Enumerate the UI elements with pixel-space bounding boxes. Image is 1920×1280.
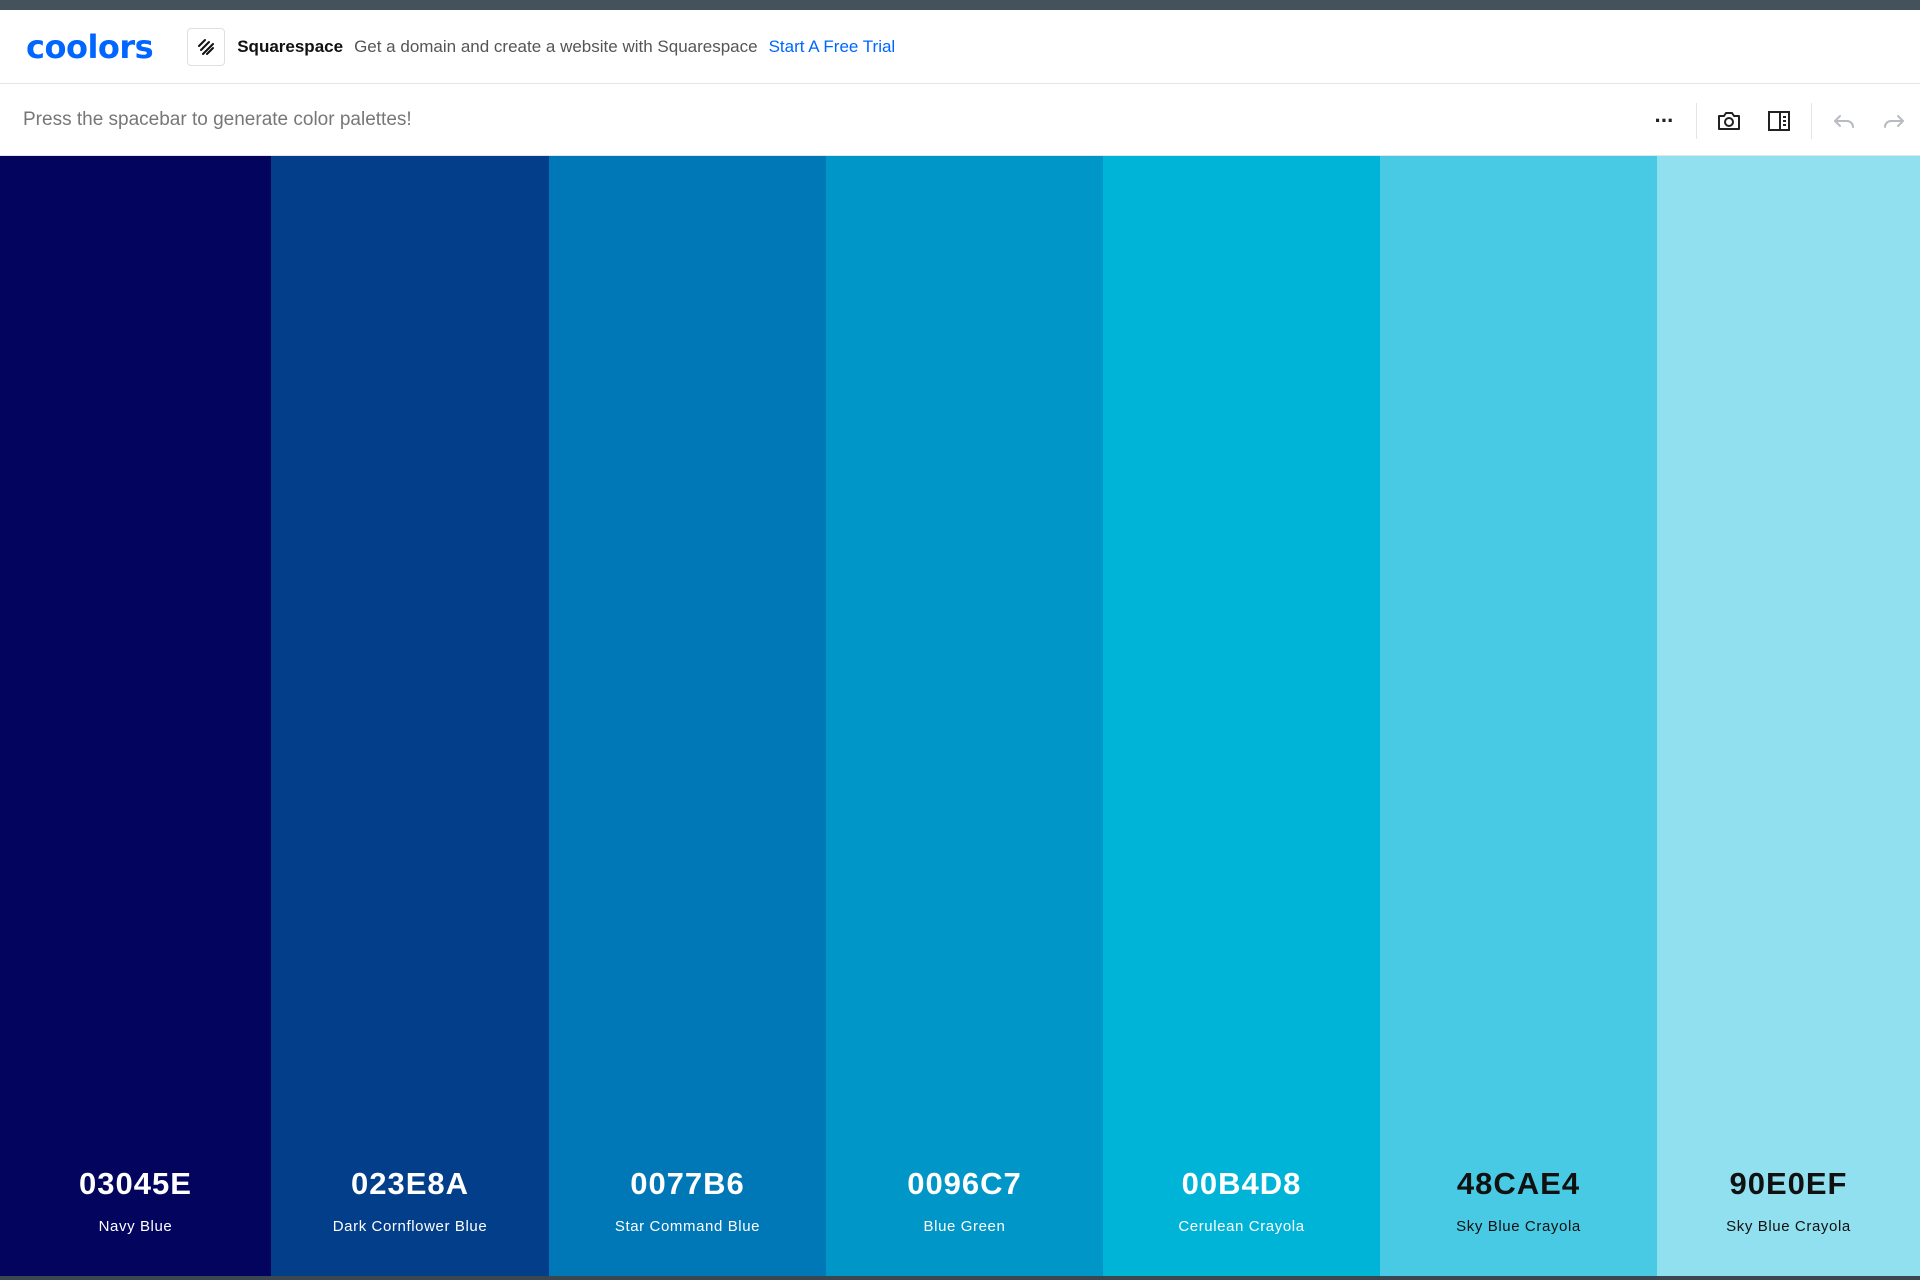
ad-text: Get a domain and create a website with S… xyxy=(354,36,758,56)
more-options-label: ··· xyxy=(1654,107,1675,133)
ad-brand-name: Squarespace xyxy=(237,36,344,56)
color-name: Blue Green xyxy=(923,1218,1006,1235)
window-top-strip xyxy=(0,0,1920,10)
window-bottom-strip xyxy=(0,1276,1920,1280)
camera-icon[interactable] xyxy=(1711,103,1747,139)
color-name: Sky Blue Crayola xyxy=(1726,1218,1851,1235)
palette: 03045E Navy Blue 023E8A Dark Cornflower … xyxy=(0,156,1920,1276)
toolbar-actions: ··· xyxy=(1646,85,1920,156)
toolbar-divider xyxy=(1811,102,1812,139)
color-name: Dark Cornflower Blue xyxy=(332,1218,488,1235)
color-name: Navy Blue xyxy=(98,1218,173,1235)
more-options-icon[interactable]: ··· xyxy=(1646,103,1682,139)
color-swatch[interactable]: 03045E Navy Blue xyxy=(0,156,271,1276)
ad-cta-link[interactable]: Start A Free Trial xyxy=(769,37,896,57)
color-hex-code[interactable]: 0077B6 xyxy=(549,1166,826,1202)
logo-text: coolors xyxy=(26,27,154,66)
color-swatch[interactable]: 48CAE4 Sky Blue Crayola xyxy=(1380,156,1657,1276)
color-hex-code[interactable]: 00B4D8 xyxy=(1103,1166,1380,1202)
ad-bar: coolors Squarespace Get a domain and cre… xyxy=(0,10,1920,84)
color-hex-code[interactable]: 03045E xyxy=(0,1166,271,1202)
color-swatch[interactable]: 0096C7 Blue Green xyxy=(826,156,1103,1276)
color-swatch[interactable]: 0077B6 Star Command Blue xyxy=(549,156,826,1276)
color-swatch[interactable]: 023E8A Dark Cornflower Blue xyxy=(271,156,549,1276)
color-hex-code[interactable]: 023E8A xyxy=(271,1166,549,1202)
sidebar-toggle-icon[interactable] xyxy=(1761,103,1797,139)
redo-icon[interactable] xyxy=(1876,103,1912,139)
coolors-logo[interactable]: coolors xyxy=(26,27,154,67)
generator-toolbar: Press the spacebar to generate color pal… xyxy=(0,85,1920,156)
color-hex-code[interactable]: 48CAE4 xyxy=(1380,1166,1657,1202)
color-name: Cerulean Crayola xyxy=(1178,1218,1305,1235)
color-name: Star Command Blue xyxy=(614,1218,761,1235)
toolbar-divider xyxy=(1696,102,1697,139)
color-swatch[interactable]: 90E0EF Sky Blue Crayola xyxy=(1657,156,1920,1276)
color-hex-code[interactable]: 0096C7 xyxy=(826,1166,1103,1202)
undo-icon[interactable] xyxy=(1826,103,1862,139)
squarespace-logo-icon[interactable] xyxy=(187,27,226,66)
color-hex-code[interactable]: 90E0EF xyxy=(1657,1166,1920,1202)
spacebar-hint: Press the spacebar to generate color pal… xyxy=(23,109,412,130)
color-swatch[interactable]: 00B4D8 Cerulean Crayola xyxy=(1103,156,1380,1276)
color-name: Sky Blue Crayola xyxy=(1456,1218,1581,1235)
